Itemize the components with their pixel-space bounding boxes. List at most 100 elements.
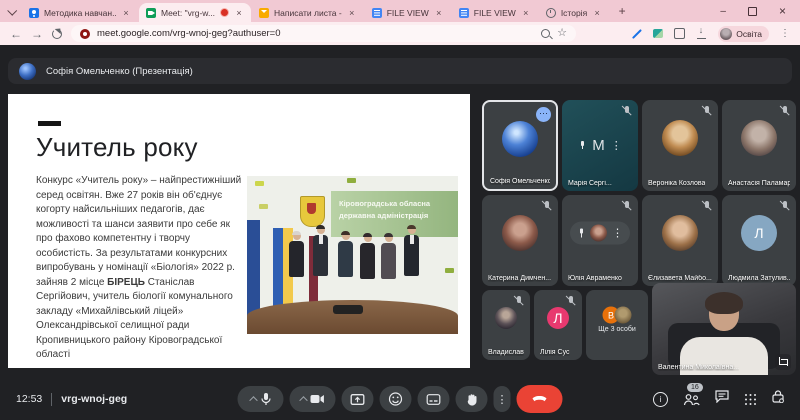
address-bar[interactable]: meet.google.com/vrg-wnoj-geg?authuser=0	[71, 25, 576, 42]
participant-name: Софія Омельченко	[490, 178, 550, 185]
camera-button[interactable]	[290, 386, 336, 412]
slide-body-text: Конкурс «Учитель року» – найпрестижніший…	[36, 174, 246, 363]
participant-tile-veronika[interactable]: Вероніка Козлова	[642, 100, 718, 191]
avatar	[502, 215, 538, 251]
avatar	[741, 120, 777, 156]
tab-history[interactable]: Історія	[539, 3, 609, 22]
close-tab-icon[interactable]	[234, 8, 244, 18]
close-tab-icon[interactable]	[434, 8, 444, 18]
zoom-icon[interactable]	[541, 29, 550, 38]
tab-meet[interactable]: Meet: "vrg-w...	[139, 3, 251, 22]
close-window-icon[interactable]	[779, 4, 786, 18]
end-call-button[interactable]	[517, 385, 563, 413]
present-button[interactable]	[342, 386, 374, 412]
slide-body-part2: Станіслав Сергійович, учитель біології к…	[36, 277, 233, 361]
pin-icon[interactable]	[578, 141, 586, 150]
extensions-icon[interactable]	[674, 28, 685, 39]
tile-menu-button[interactable]	[536, 107, 551, 122]
photo-person	[360, 234, 375, 279]
captions-button[interactable]	[418, 386, 450, 412]
downloads-icon[interactable]	[696, 28, 707, 39]
close-tab-icon[interactable]	[121, 8, 131, 18]
url-text[interactable]: meet.google.com/vrg-wnoj-geg?authuser=0	[97, 28, 534, 39]
image-extension-icon[interactable]	[653, 29, 663, 38]
minimize-icon[interactable]	[720, 6, 726, 17]
meeting-panels: 16	[653, 390, 784, 408]
tab-label: FILE VIEW	[474, 8, 516, 18]
mic-off-icon	[779, 105, 790, 117]
browser-toolbar: ← → meet.google.com/vrg-wnoj-geg?authuse…	[0, 22, 800, 45]
mic-button[interactable]	[238, 386, 284, 412]
participant-tile-vladyslav[interactable]: Владислав І...	[482, 290, 530, 360]
tab-fileview-2[interactable]: FILE VIEW	[452, 3, 538, 22]
tab-capture-indicator-icon	[80, 29, 90, 39]
pin-icon[interactable]	[577, 229, 585, 238]
contact-favicon-icon	[29, 8, 39, 18]
back-icon[interactable]: ←	[10, 28, 22, 40]
host-controls-button[interactable]	[772, 390, 784, 408]
more-people-tile[interactable]: В Ще 3 особи	[586, 290, 648, 360]
profile-button[interactable]: Освіта	[718, 26, 769, 42]
browser-menu-icon[interactable]	[780, 28, 790, 39]
participant-tile-yelyzaveta[interactable]: Єлизавета Майбо...	[642, 195, 718, 286]
lock-icon	[772, 390, 784, 403]
tab-label: Meet: "vrg-w...	[161, 8, 215, 18]
hand-icon	[466, 393, 477, 406]
participant-tile-yulia[interactable]: Юлія Авраменко	[562, 195, 638, 286]
more-options-icon	[497, 393, 508, 406]
meet-control-bar: 12:53 vrg-wnoj-geg	[0, 378, 800, 420]
people-button[interactable]: 16	[683, 393, 700, 406]
mic-off-icon	[701, 105, 712, 117]
chat-button[interactable]	[715, 390, 729, 408]
tab-label: Написати листа -	[274, 8, 342, 18]
crop-icon[interactable]	[775, 354, 791, 370]
chevron-up-icon[interactable]	[249, 396, 257, 404]
photo-person	[404, 226, 419, 276]
participant-tile-lilia[interactable]: Л Лілія Сус	[534, 290, 582, 360]
maximize-icon[interactable]	[748, 7, 757, 16]
tab-fileview-1[interactable]: FILE VIEW	[365, 3, 451, 22]
document-favicon-icon	[459, 8, 469, 18]
more-options-icon[interactable]	[611, 139, 622, 152]
chevron-down-icon	[7, 5, 17, 15]
captions-icon	[427, 394, 441, 405]
avatar-letter: Л	[741, 215, 777, 251]
profile-label: Освіта	[736, 29, 762, 39]
forward-icon[interactable]: →	[31, 28, 43, 40]
tab-label: Історія	[561, 8, 587, 18]
mic-off-icon	[565, 295, 576, 307]
participant-name: Катерина Димчен...	[488, 275, 551, 282]
more-options-icon[interactable]	[612, 227, 623, 240]
mic-off-icon	[541, 200, 552, 212]
participant-tile-liudmyla[interactable]: Л Людмила Затулив...	[722, 195, 796, 286]
participant-tile-sofia[interactable]: Софія Омельченко	[482, 100, 558, 191]
photo-coat-of-arms	[300, 196, 325, 227]
sign-line-1: Кіровоградська обласна	[339, 198, 458, 210]
avatar	[662, 215, 698, 251]
reactions-button[interactable]	[380, 386, 412, 412]
participant-tile-valentyna-video[interactable]: Валентина Миколаївна...	[652, 283, 796, 375]
photo-person	[381, 234, 396, 279]
participant-tile-maria[interactable]: M Марія Сергі...	[562, 100, 638, 191]
reload-icon[interactable]	[52, 29, 62, 39]
close-tab-icon[interactable]	[347, 8, 357, 18]
pen-extension-icon[interactable]	[631, 28, 642, 39]
close-tab-icon[interactable]	[521, 8, 531, 18]
close-tab-icon[interactable]	[592, 8, 602, 18]
activities-apps-icon[interactable]	[744, 393, 757, 406]
participant-tile-anastasia[interactable]: Анастасія Паламар...	[722, 100, 796, 191]
new-tab-button[interactable]	[613, 2, 631, 20]
camera-icon	[311, 394, 325, 404]
info-icon[interactable]	[653, 392, 668, 407]
bookmark-star-icon[interactable]	[557, 28, 567, 39]
meet-main-area: Софія Омельченко (Презентація) Учитель р…	[0, 45, 800, 378]
more-options-button[interactable]	[494, 386, 511, 412]
tab-search-button[interactable]	[0, 2, 22, 20]
mic-off-icon	[779, 200, 790, 212]
chevron-up-icon[interactable]	[299, 396, 307, 404]
raise-hand-button[interactable]	[456, 386, 488, 412]
slide-body-part1: Конкурс «Учитель року» – найпрестижніший…	[36, 175, 241, 288]
participant-tile-kateryna[interactable]: Катерина Димчен...	[482, 195, 558, 286]
tab-mail[interactable]: Написати листа -	[252, 3, 364, 22]
tab-metodyka[interactable]: Методика навчан...	[22, 3, 138, 22]
